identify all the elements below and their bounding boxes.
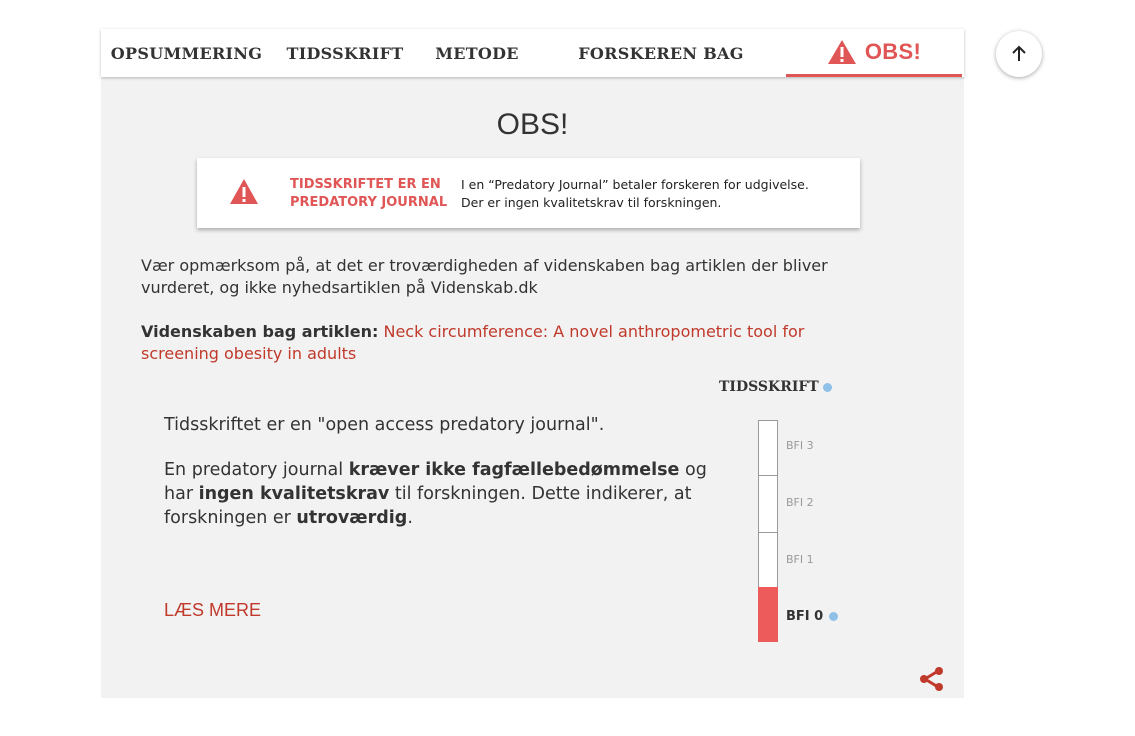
tab-obs[interactable]: OBS!	[786, 29, 962, 77]
meter-segment-bfi0	[758, 587, 778, 642]
tab-metode[interactable]: METODE	[418, 29, 536, 77]
meter-segment-bfi2	[758, 475, 778, 533]
meter-segment-bfi1	[758, 532, 778, 589]
meter-label-bfi2: BFI 2	[786, 496, 814, 509]
tab-obs-label: OBS!	[864, 38, 922, 64]
read-more-link[interactable]: LÆS MERE	[164, 600, 261, 621]
content-card: OPSUMMERING TIDSSKRIFT METODE FORSKEREN …	[101, 29, 964, 698]
share-icon[interactable]	[919, 666, 945, 692]
science-label: Videnskaben bag artiklen:	[141, 322, 379, 341]
arrow-up-icon	[1012, 45, 1026, 61]
alert-description: I en “Predatory Journal” betaler forsker…	[461, 177, 809, 210]
journal-meter	[758, 420, 778, 642]
scroll-top-button[interactable]	[996, 31, 1042, 77]
page-title: OBS!	[496, 108, 569, 141]
tab-tidsskrift[interactable]: TIDSSKRIFT	[272, 29, 418, 77]
science-reference: Videnskaben bag artiklen: Neck circumfer…	[141, 321, 861, 365]
warning-icon	[230, 179, 258, 204]
alert-heading: TIDSSKRIFTET ER EN PREDATORY JOURNAL	[290, 177, 448, 210]
info-icon[interactable]	[822, 382, 832, 392]
meter-label-bfi1: BFI 1	[786, 553, 814, 566]
tab-forskeren-bag[interactable]: FORSKEREN BAG	[536, 29, 786, 77]
tab-opsummering[interactable]: OPSUMMERING	[101, 29, 272, 77]
body-paragraph-2: En predatory journal kræver ikke fagfæll…	[164, 460, 707, 528]
meter-segment-bfi3	[758, 420, 778, 476]
body-text: Tidsskriftet er en "open access predator…	[164, 413, 724, 551]
warning-icon	[827, 39, 856, 64]
meter-label-bfi3: BFI 3	[786, 439, 814, 452]
tab-bar: OPSUMMERING TIDSSKRIFT METODE FORSKEREN …	[101, 29, 964, 77]
journal-meter-title: TIDSSKRIFT	[719, 379, 832, 395]
info-icon[interactable]	[829, 612, 839, 621]
predatory-alert: TIDSSKRIFTET ER EN PREDATORY JOURNAL I e…	[197, 158, 860, 228]
body-paragraph-1: Tidsskriftet er en "open access predator…	[164, 415, 605, 435]
meter-label-bfi0: BFI 0	[786, 609, 839, 624]
intro-text: Vær opmærksom på, at det er troværdighed…	[141, 256, 828, 297]
